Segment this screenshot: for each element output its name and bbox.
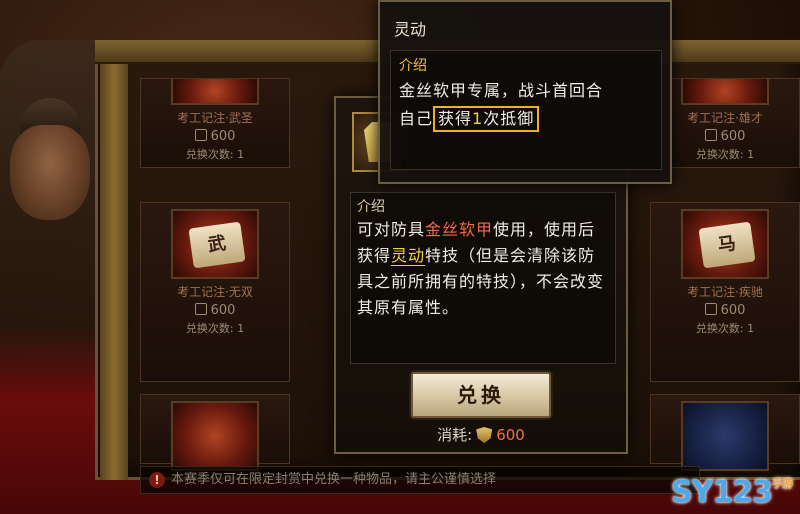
- skill-link[interactable]: 灵动: [391, 246, 426, 266]
- scroll-thumbnail: [171, 79, 259, 105]
- item-price: 600: [651, 303, 799, 318]
- armor-name: 金丝软甲: [425, 220, 494, 239]
- token-icon: [194, 129, 207, 141]
- description-label: 介绍: [357, 199, 385, 215]
- highlight-effect: 获得1次抵御: [433, 106, 540, 132]
- item-price: 600: [141, 303, 289, 318]
- item-name: 考工记注·武圣: [177, 111, 253, 125]
- scroll-thumbnail: 马: [681, 209, 769, 279]
- scroll-icon: 马: [698, 221, 756, 269]
- item-description-box: 介绍 可对防具金丝软甲使用，使用后获得灵动特技（但是会清除该防具之前所拥有的特技…: [350, 192, 616, 364]
- general-face: [10, 125, 90, 220]
- item-price: 600: [141, 129, 289, 144]
- token-icon: [476, 427, 493, 443]
- scroll-icon: 武: [188, 221, 246, 269]
- shop-cell-wusheng[interactable]: 考工记注·武圣 600 兑换次数: 1: [140, 78, 290, 168]
- scroll-thumbnail: [681, 79, 769, 105]
- token-icon: [704, 303, 717, 315]
- cost-amount: 600: [496, 426, 525, 444]
- scroll-thumbnail: 武: [171, 209, 259, 279]
- season-notice: ! 本赛季仅可在限定封赏中兑换一种物品，请主公谨慎选择: [140, 466, 700, 494]
- skill-description-box: 介绍 金丝软甲专属，战斗首回合 自己 获得1次抵御: [390, 50, 662, 170]
- item-name: 考工记注·雄才: [687, 111, 763, 125]
- shop-cell-bottom-right[interactable]: [650, 394, 800, 471]
- shop-cell-wushuang[interactable]: 武 考工记注·无双 600 兑换次数: 1: [140, 202, 290, 382]
- exchange-count: 兑换次数: 1: [695, 148, 755, 161]
- notice-text: 本赛季仅可在限定封赏中兑换一种物品，请主公谨慎选择: [171, 472, 497, 487]
- exchange-count: 兑换次数: 1: [185, 148, 245, 161]
- item-name: 考工记注·疾驰: [687, 285, 763, 299]
- exchange-count: 兑换次数: 1: [185, 322, 245, 335]
- shop-cell-xiongcai[interactable]: 考工记注·雄才 600 兑换次数: 1: [650, 78, 800, 168]
- item-name: 考工记注·无双: [177, 285, 253, 299]
- cabinet-left-pillar: [100, 64, 128, 480]
- alert-icon: !: [149, 472, 165, 488]
- skill-title: 灵动: [394, 20, 427, 39]
- description-text: 可对防具金丝软甲使用，使用后获得灵动特技（但是会清除该防具之前所拥有的特技），不…: [357, 220, 605, 317]
- exchange-count: 兑换次数: 1: [695, 322, 755, 335]
- skill-description-label: 介绍: [399, 58, 427, 74]
- skill-description-text: 金丝软甲专属，战斗首回合 自己 获得1次抵御: [399, 77, 653, 133]
- shop-cell-bottom-left[interactable]: [140, 394, 290, 471]
- skill-tooltip: 灵动 介绍 金丝软甲专属，战斗首回合 自己 获得1次抵御: [378, 0, 672, 184]
- exchange-button[interactable]: 兑换: [411, 372, 551, 418]
- scroll-thumbnail: [171, 401, 259, 471]
- token-icon: [704, 129, 717, 141]
- cost-line: 消耗: 600: [437, 426, 525, 444]
- item-price: 600: [651, 129, 799, 144]
- scroll-thumbnail: [681, 401, 769, 471]
- token-icon: [194, 303, 207, 315]
- site-watermark: SY123手游: [671, 475, 793, 510]
- shop-cell-jichi[interactable]: 马 考工记注·疾驰 600 兑换次数: 1: [650, 202, 800, 382]
